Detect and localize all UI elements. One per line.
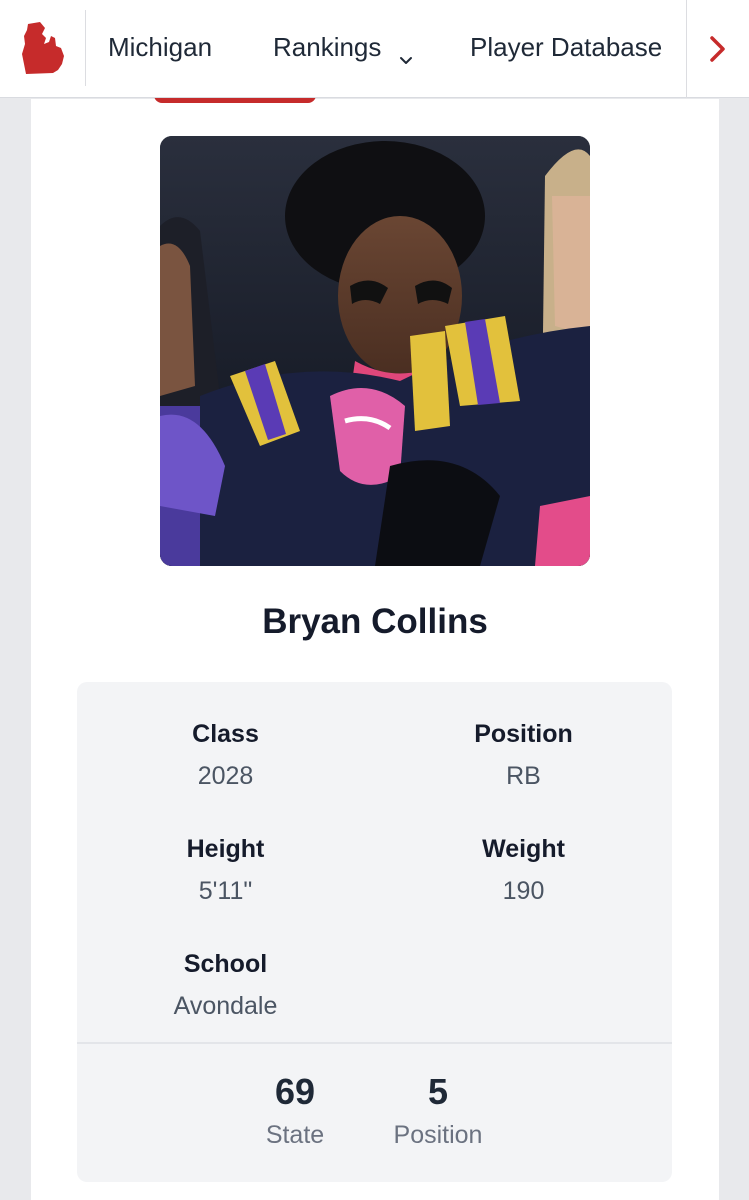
player-details: Class 2028 Position RB Height 5'11" Weig… — [77, 682, 672, 1182]
school-value: Avondale — [173, 992, 278, 1020]
rankings-divider — [77, 1042, 672, 1044]
nav-rankings-dropdown[interactable]: Rankings — [273, 30, 413, 65]
nav-player-database-link[interactable]: Player Database — [470, 30, 662, 64]
nav-rankings-label: Rankings — [273, 32, 382, 62]
height-label: Height — [186, 835, 265, 863]
height-value: 5'11" — [198, 877, 253, 905]
weight-field: Weight 190 — [375, 834, 672, 906]
player-card: Bryan Collins Class 2028 Position RB Hei… — [31, 91, 719, 1200]
chevron-down-icon — [399, 42, 413, 65]
position-rank-number: 5 — [427, 1071, 449, 1112]
position-value: RB — [506, 762, 541, 790]
michigan-logo-icon[interactable] — [18, 18, 68, 78]
nav-divider — [85, 10, 86, 86]
state-rank-label: State — [265, 1121, 325, 1149]
nav-michigan-label: Michigan — [108, 32, 213, 62]
nav-divider — [686, 0, 687, 98]
position-label: Position — [474, 720, 573, 748]
position-field: Position RB — [375, 719, 672, 791]
height-field: Height 5'11" — [77, 834, 374, 906]
weight-label: Weight — [482, 835, 565, 863]
school-field: School Avondale — [77, 949, 374, 1021]
player-photo — [160, 136, 590, 566]
top-nav: Michigan Rankings Player Database — [0, 0, 749, 98]
state-rank: 69 State — [225, 1072, 365, 1150]
position-rank-label: Position — [393, 1121, 483, 1149]
class-label: Class — [192, 720, 259, 748]
class-value: 2028 — [197, 762, 254, 790]
player-name: Bryan Collins — [262, 602, 488, 641]
state-rank-number: 69 — [274, 1071, 316, 1112]
chevron-right-icon[interactable] — [700, 30, 736, 68]
class-field: Class 2028 — [77, 719, 374, 791]
nav-player-database-label: Player Database — [470, 32, 663, 62]
position-rank: 5 Position — [368, 1072, 508, 1150]
nav-michigan-link[interactable]: Michigan — [108, 30, 212, 64]
weight-value: 190 — [502, 877, 545, 905]
school-label: School — [183, 950, 268, 978]
